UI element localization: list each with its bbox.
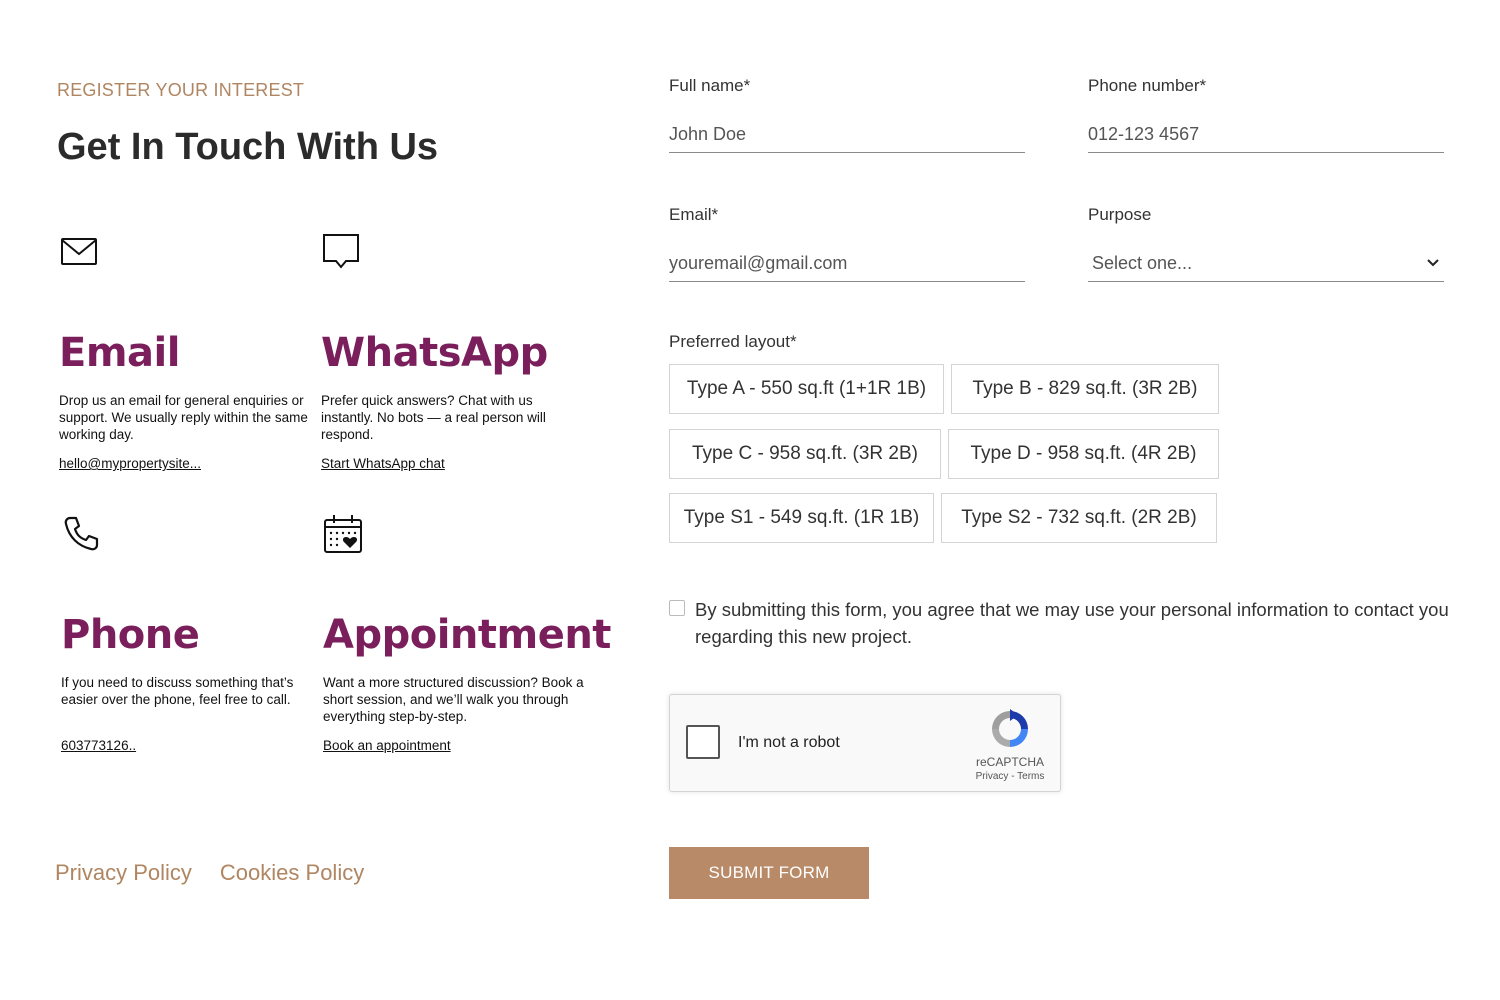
email-label: Email* bbox=[669, 205, 719, 224]
whatsapp-link[interactable]: Start WhatsApp chat bbox=[321, 456, 445, 471]
recaptcha-logo-icon bbox=[992, 709, 1028, 747]
chevron-down-icon bbox=[1427, 259, 1439, 267]
layout-option-type-b[interactable]: Type B - 829 sq.ft. (3R 2B) bbox=[951, 364, 1219, 414]
phone-icon bbox=[61, 514, 101, 554]
phone-field: Phone number* bbox=[1088, 76, 1444, 153]
contact-card-description: Prefer quick answers? Chat with us insta… bbox=[321, 393, 546, 442]
phone-input[interactable] bbox=[1088, 116, 1444, 153]
recaptcha-terms-link[interactable]: Privacy - Terms bbox=[960, 771, 1060, 782]
purpose-selected-value: Select one... bbox=[1092, 252, 1193, 273]
privacy-policy-link[interactable]: Privacy Policy bbox=[55, 860, 192, 886]
full-name-input[interactable] bbox=[669, 116, 1025, 153]
contact-card-phone: Phone If you need to discuss something t… bbox=[61, 514, 311, 755]
contact-card-appointment: Appointment Want a more structured discu… bbox=[323, 514, 611, 755]
email-link[interactable]: hello@mypropertysite... bbox=[59, 456, 201, 471]
recaptcha-checkbox[interactable] bbox=[686, 725, 720, 759]
email-input[interactable] bbox=[669, 245, 1025, 282]
contact-card-description: If you need to discuss something that’s … bbox=[61, 675, 294, 707]
contact-card-title: Appointment bbox=[323, 612, 611, 658]
consent-row: By submitting this form, you agree that … bbox=[669, 596, 1449, 650]
contact-card-email: Email Drop us an email for general enqui… bbox=[59, 232, 309, 473]
phone-link[interactable]: 603773126.. bbox=[61, 738, 136, 753]
contact-card-whatsapp: WhatsApp Prefer quick answers? Chat with… bbox=[321, 232, 571, 473]
cookies-policy-link[interactable]: Cookies Policy bbox=[220, 860, 364, 886]
purpose-select[interactable]: Select one... bbox=[1088, 245, 1444, 282]
full-name-field: Full name* bbox=[669, 76, 1025, 153]
email-field: Email* bbox=[669, 205, 1025, 282]
layout-option-type-s1[interactable]: Type S1 - 549 sq.ft. (1R 1B) bbox=[669, 493, 934, 543]
contact-card-title: WhatsApp bbox=[321, 330, 548, 376]
appointment-link[interactable]: Book an appointment bbox=[323, 738, 451, 753]
purpose-field: Purpose Select one... bbox=[1088, 205, 1444, 282]
layout-option-type-d[interactable]: Type D - 958 sq.ft. (4R 2B) bbox=[948, 429, 1219, 479]
page-title: Get In Touch With Us bbox=[57, 126, 439, 168]
preferred-layout-label: Preferred layout* bbox=[669, 332, 797, 351]
submit-form-button[interactable]: SUBMIT FORM bbox=[669, 847, 869, 899]
contact-card-title: Phone bbox=[61, 612, 200, 658]
consent-text: By submitting this form, you agree that … bbox=[695, 599, 1449, 647]
recaptcha-brand: reCAPTCHA bbox=[975, 755, 1044, 769]
mail-icon bbox=[59, 232, 99, 272]
recaptcha-widget: I'm not a robot reCAPTCHA Privacy - Term… bbox=[669, 694, 1061, 792]
section-eyebrow: REGISTER YOUR INTEREST bbox=[57, 80, 305, 100]
layout-option-type-s2[interactable]: Type S2 - 732 sq.ft. (2R 2B) bbox=[941, 493, 1217, 543]
chat-bubble-icon bbox=[321, 232, 361, 272]
phone-label: Phone number* bbox=[1088, 76, 1207, 95]
full-name-label: Full name* bbox=[669, 76, 751, 95]
layout-option-type-a[interactable]: Type A - 550 sq.ft (1+1R 1B) bbox=[669, 364, 944, 414]
layout-option-type-c[interactable]: Type C - 958 sq.ft. (3R 2B) bbox=[669, 429, 941, 479]
contact-card-description: Drop us an email for general enquiries o… bbox=[59, 393, 308, 442]
calendar-heart-icon bbox=[323, 514, 363, 554]
consent-checkbox[interactable] bbox=[669, 600, 685, 616]
purpose-label: Purpose bbox=[1088, 205, 1152, 224]
contact-card-title: Email bbox=[59, 330, 180, 376]
footer-links: Privacy Policy Cookies Policy bbox=[55, 860, 364, 886]
contact-card-description: Want a more structured discussion? Book … bbox=[323, 675, 584, 724]
recaptcha-label: I'm not a robot bbox=[738, 734, 840, 751]
